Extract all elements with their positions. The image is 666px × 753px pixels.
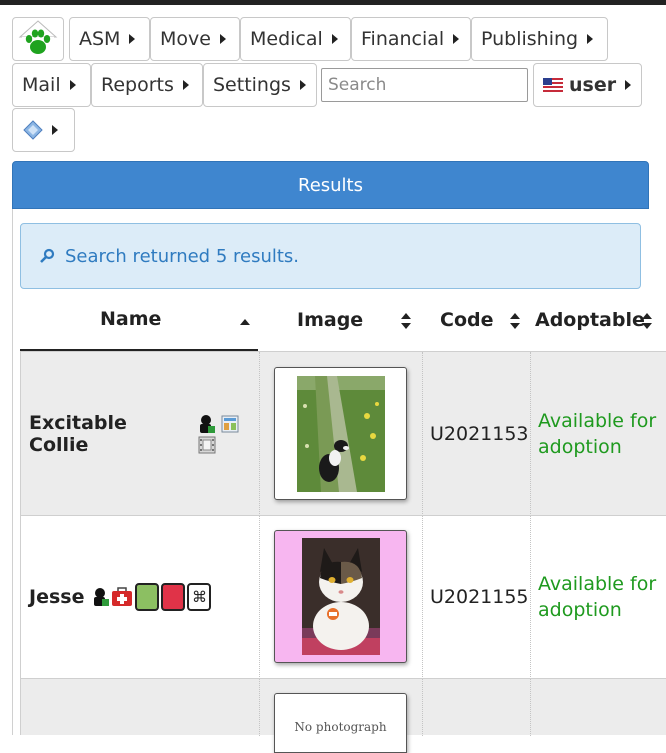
column-divider (530, 352, 531, 516)
caret-right-icon (331, 34, 338, 44)
cat-photo (301, 538, 380, 655)
code-cell: U2021153 (430, 352, 530, 515)
column-header-name[interactable]: Name (20, 298, 258, 351)
caret-right-icon (299, 80, 306, 90)
column-code-label: Code (440, 309, 494, 331)
column-divider (530, 516, 531, 679)
caret-right-icon (129, 34, 136, 44)
column-name-label: Name (100, 308, 162, 330)
caret-right-icon (219, 34, 226, 44)
search-result-text: Search returned 5 results. (65, 245, 300, 267)
media-icon (221, 415, 239, 433)
results-header: Results (12, 161, 649, 209)
column-header-adoptable[interactable]: Adoptable (529, 298, 666, 351)
animal-thumbnail[interactable] (274, 367, 407, 500)
adoptable-cell: Available for adoption (538, 516, 663, 678)
diamond-icon (23, 120, 43, 140)
owner-icon (199, 415, 215, 433)
column-image-label: Image (297, 309, 364, 331)
code-cell: U2021155 (430, 516, 530, 678)
menu-reports-label: Reports (101, 74, 174, 96)
caret-right-icon (587, 34, 594, 44)
user-label: user (569, 74, 617, 96)
results-title: Results (298, 174, 363, 196)
column-adoptable-label: Adoptable (535, 309, 645, 331)
name-cell: Jesse ⌘ (29, 516, 261, 678)
animal-thumbnail[interactable] (274, 530, 407, 663)
menu-settings[interactable]: Settings (203, 63, 317, 107)
menu-publishing[interactable]: Publishing (471, 17, 608, 61)
column-divider (259, 679, 260, 736)
menu-settings-label: Settings (213, 74, 291, 96)
adoptable-status: Available for adoption (538, 573, 657, 621)
top-border (0, 0, 666, 5)
search-input[interactable] (321, 68, 528, 102)
column-header-image[interactable]: Image (258, 298, 421, 351)
owner-icon (94, 588, 110, 606)
column-divider (259, 352, 260, 516)
menu-move-label: Move (160, 28, 211, 50)
row-icons (198, 414, 261, 454)
adoptable-cell: Available for adoption (538, 352, 663, 515)
column-divider (530, 679, 531, 736)
paw-icon (18, 20, 58, 57)
menu-mail-label: Mail (22, 74, 61, 96)
animal-code: U2021153 (430, 422, 529, 445)
menu-asm[interactable]: ASM (69, 17, 150, 61)
search-result-message: Search returned 5 results. (20, 223, 641, 289)
menu-financial-label: Financial (361, 28, 445, 50)
no-photograph-label: No photograph (294, 720, 387, 734)
column-divider (422, 679, 423, 736)
animal-thumbnail[interactable]: No photograph (274, 693, 407, 753)
caret-right-icon (52, 125, 58, 135)
menu-mail[interactable]: Mail (12, 63, 91, 107)
caret-right-icon (182, 80, 189, 90)
caret-right-icon (69, 80, 76, 90)
menu-move[interactable]: Move (150, 17, 240, 61)
caret-right-icon (453, 34, 460, 44)
table-row[interactable]: Excitable Collie U2021153 Available for … (20, 351, 666, 516)
green-flag (135, 583, 160, 611)
table-row[interactable]: No photograph (20, 678, 666, 753)
us-flag-icon (543, 78, 563, 92)
animal-code: U2021155 (430, 586, 529, 608)
row-icons: ⌘ (92, 583, 212, 611)
caret-right-icon (625, 80, 632, 90)
red-flag (161, 583, 186, 611)
sort-icon (642, 313, 652, 329)
sort-icon (510, 313, 520, 329)
film-icon (198, 436, 216, 453)
column-header-code[interactable]: Code (421, 298, 529, 351)
medical-icon (112, 587, 133, 606)
name-cell: Excitable Collie (29, 352, 261, 515)
column-divider (422, 352, 423, 516)
search-icon (40, 248, 55, 263)
column-divider (422, 516, 423, 679)
adoptable-status: Available for adoption (538, 409, 657, 458)
menu-asm-label: ASM (79, 28, 121, 50)
animal-name-link[interactable]: Jesse (29, 586, 84, 608)
column-divider (259, 516, 260, 679)
menu-reports[interactable]: Reports (91, 63, 203, 107)
menu-publishing-label: Publishing (481, 28, 579, 50)
table-row[interactable]: Jesse ⌘ U2021155 Available for adoption (20, 515, 666, 679)
menu-medical-label: Medical (250, 28, 323, 50)
extras-menu-button[interactable] (12, 108, 75, 152)
user-menu-button[interactable]: user (533, 63, 642, 107)
animal-name-link[interactable]: Excitable Collie (29, 412, 190, 456)
sort-icon (401, 313, 411, 329)
sort-ascending-icon (240, 319, 250, 325)
menu-financial[interactable]: Financial (351, 17, 471, 61)
command-flag: ⌘ (187, 583, 212, 611)
collie-photo (296, 375, 385, 492)
home-logo-button[interactable] (12, 17, 64, 61)
menu-medical[interactable]: Medical (240, 17, 351, 61)
